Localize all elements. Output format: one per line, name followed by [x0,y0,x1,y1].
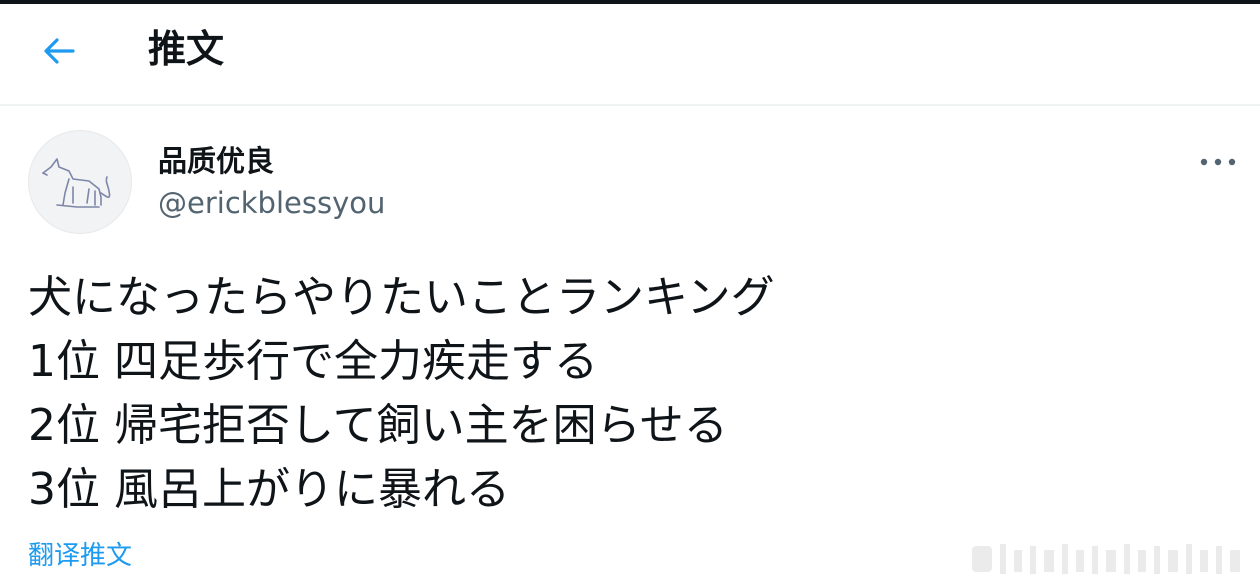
more-options-button[interactable] [1192,142,1244,182]
tweet-line: 1位 四足歩行で全力疾走する [28,336,598,387]
watermark-logo [972,544,1240,574]
back-button[interactable] [34,26,84,76]
tweet-text: 犬になったらやりたいことランキング 1位 四足歩行で全力疾走する 2位 帰宅拒否… [28,266,1228,522]
page-title: 推文 [148,27,225,71]
dog-sketch-avatar [42,158,111,208]
avatar[interactable] [28,130,132,234]
tweet-line: 2位 帰宅拒否して飼い主を困らせる [28,400,728,451]
arrow-left-icon [44,38,75,64]
more-horizontal-icon [1200,158,1236,166]
tweet-line: 犬になったらやりたいことランキング [28,272,775,323]
tweet-author-row: 品质优良 @erickblessyou [0,106,1260,246]
author-handle[interactable]: @erickblessyou [158,184,385,222]
translate-tweet-link[interactable]: 翻译推文 [28,538,132,574]
tweet-line: 3位 風呂上がりに暴れる [28,464,510,515]
page-header: 推文 [0,4,1260,106]
author-display-name[interactable]: 品质优良 [158,142,274,180]
